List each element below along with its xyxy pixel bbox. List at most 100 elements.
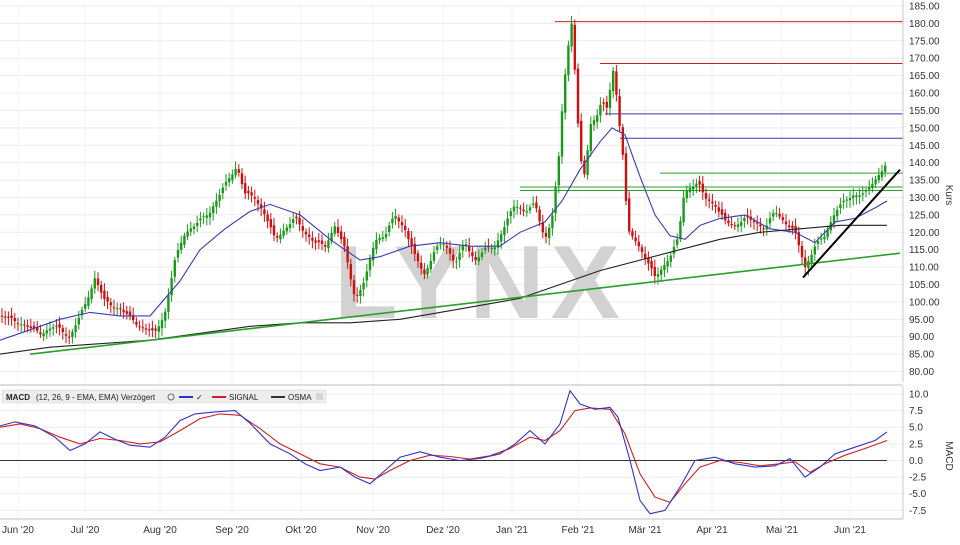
x-tick-label: Nov '20 (356, 525, 390, 536)
candle-body (333, 226, 336, 234)
price-tick-label: 170.00 (909, 54, 940, 65)
candle-body (836, 209, 839, 217)
candle-body (724, 212, 727, 221)
candle-body (324, 244, 327, 247)
candle-body (503, 227, 506, 235)
candle-body (87, 297, 90, 306)
candle-body (279, 235, 282, 240)
candle-body (877, 175, 880, 181)
candle-body (592, 120, 596, 125)
candle-body (634, 237, 637, 242)
candle-body (676, 239, 679, 245)
candle-body (394, 216, 397, 219)
candle-body (573, 24, 576, 70)
candle-body (788, 225, 791, 228)
candle-body (727, 220, 730, 224)
candle-body (240, 173, 244, 185)
price-tick-label: 100.00 (909, 297, 940, 308)
candle-body (823, 236, 826, 240)
candle-body (464, 244, 468, 246)
price-tick-label: 120.00 (909, 228, 940, 239)
candle-body (237, 169, 240, 173)
candle-body (410, 238, 413, 247)
candle-body (340, 231, 343, 240)
candle-body (352, 280, 356, 295)
candle-body (311, 237, 314, 241)
candle-body (461, 245, 464, 251)
candle-body (362, 282, 365, 290)
candle-body (839, 204, 842, 208)
candle-body (368, 259, 372, 271)
candle-body (272, 225, 276, 236)
price-tick-label: 160.00 (909, 89, 940, 100)
candle-body (679, 221, 682, 240)
candle-body (304, 231, 308, 235)
candle-body (596, 115, 599, 122)
candle-body (717, 207, 720, 212)
lynx-watermark: LYNX (334, 225, 626, 341)
candle-body (445, 245, 448, 248)
candle-body (58, 323, 61, 328)
price-tick-label: 90.00 (909, 332, 934, 343)
candle-body (138, 326, 141, 328)
candle-body (420, 262, 423, 269)
candle-body (663, 264, 666, 271)
legend-macd-label: MACD (6, 393, 30, 402)
candle-body (564, 74, 567, 113)
candle-body (612, 70, 615, 92)
x-tick-label: Okt '20 (285, 525, 317, 536)
legend-dropdown-icon[interactable] (316, 393, 323, 400)
candle-body (416, 253, 420, 262)
candle-body (525, 211, 528, 213)
candle-body (109, 302, 112, 306)
candle-body (708, 199, 711, 201)
price-tick-label: 145.00 (909, 141, 940, 152)
price-tick-label: 185.00 (909, 2, 940, 13)
candle-body (436, 246, 439, 250)
x-tick-label: Feb '21 (561, 525, 594, 536)
candle-body (343, 236, 346, 247)
price-tick-label: 150.00 (909, 123, 940, 134)
candle-body (314, 240, 317, 243)
candle-body (493, 247, 496, 250)
candle-body (423, 269, 426, 274)
legend-signal-label: SIGNAL (229, 393, 259, 402)
candle-body (589, 124, 592, 152)
candle-body (631, 231, 634, 237)
candle-body (621, 127, 624, 155)
candle-body (288, 224, 292, 229)
candle-body (685, 191, 688, 199)
candle-body (20, 324, 23, 326)
candle-body (308, 234, 311, 238)
price-tick-label: 180.00 (909, 19, 940, 30)
candle-body (292, 219, 295, 223)
candle-body (570, 23, 573, 47)
candle-body (100, 285, 103, 293)
candle-body (567, 45, 570, 76)
candle-body (170, 278, 173, 296)
price-tick-label: 155.00 (909, 106, 940, 117)
candle-body (16, 323, 20, 325)
candle-body (45, 330, 48, 334)
candle-body (509, 211, 512, 217)
x-tick-label: Dez '20 (426, 525, 460, 536)
candle-body (135, 321, 138, 325)
candle-body (404, 225, 407, 230)
chart-stage: LYNX 80.00 85.00 90.00 95.00 100.00 105.00 110… (0, 0, 960, 540)
candle-body (263, 209, 266, 215)
candle-body (477, 257, 480, 262)
candle-body (253, 197, 256, 199)
candle-body (384, 233, 388, 238)
candle-body (605, 101, 608, 108)
candle-body (192, 226, 196, 230)
candle-body (656, 273, 660, 277)
price-tick-label: 115.00 (909, 245, 939, 256)
candle-body (77, 317, 80, 325)
candle-body (484, 247, 487, 251)
legend-check-icon[interactable]: ✓ (196, 393, 203, 402)
candle-body (519, 207, 522, 209)
candle-body (125, 311, 128, 314)
candle-body (221, 187, 224, 194)
candle-body (151, 328, 154, 331)
candle-body (276, 236, 279, 238)
